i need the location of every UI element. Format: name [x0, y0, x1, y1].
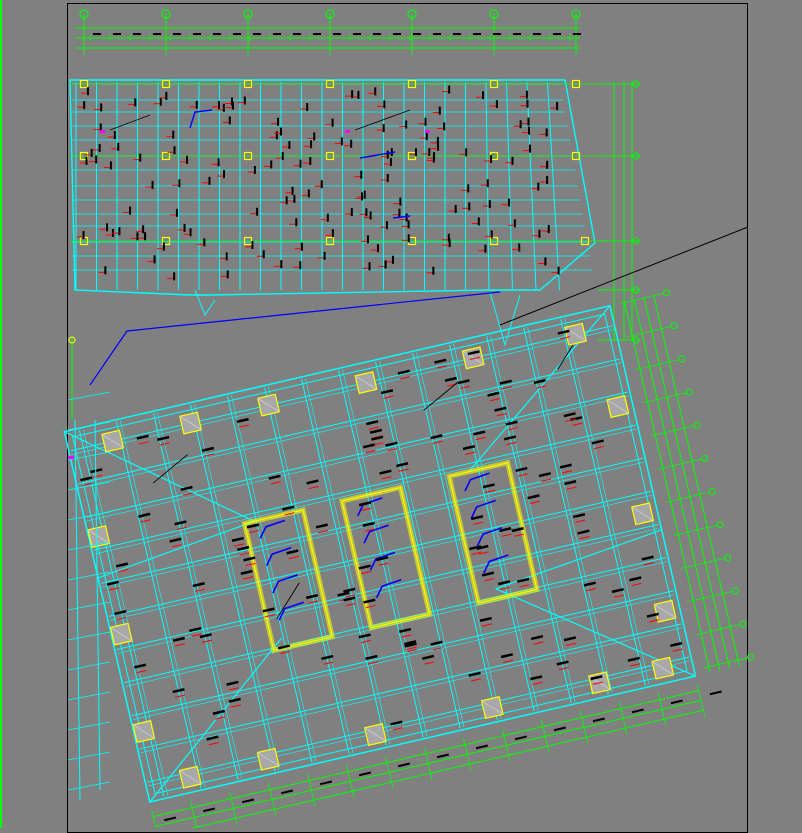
beam-horizontal	[67, 631, 111, 641]
connector-lines	[67, 226, 749, 801]
beam-horizontal	[67, 541, 111, 551]
beam-horizontal	[67, 661, 111, 671]
beam-horizontal	[67, 511, 111, 521]
beam-horizontal	[67, 721, 111, 731]
beam-horizontal	[67, 571, 111, 581]
beam-horizontal	[67, 601, 111, 611]
section-line	[499, 226, 749, 326]
beam-horizontal	[67, 391, 111, 401]
boundary-polyline	[89, 291, 501, 386]
beam-horizontal	[67, 781, 111, 791]
beam-horizontal	[67, 691, 111, 701]
mark	[68, 456, 74, 459]
beam-horizontal	[67, 421, 111, 431]
beam-horizontal	[67, 451, 111, 461]
cad-drawing-canvas	[0, 0, 802, 833]
beam-horizontal	[67, 481, 111, 491]
beam-vertical	[74, 419, 81, 801]
left-partial-plan	[67, 391, 111, 801]
beam-horizontal	[67, 751, 111, 761]
